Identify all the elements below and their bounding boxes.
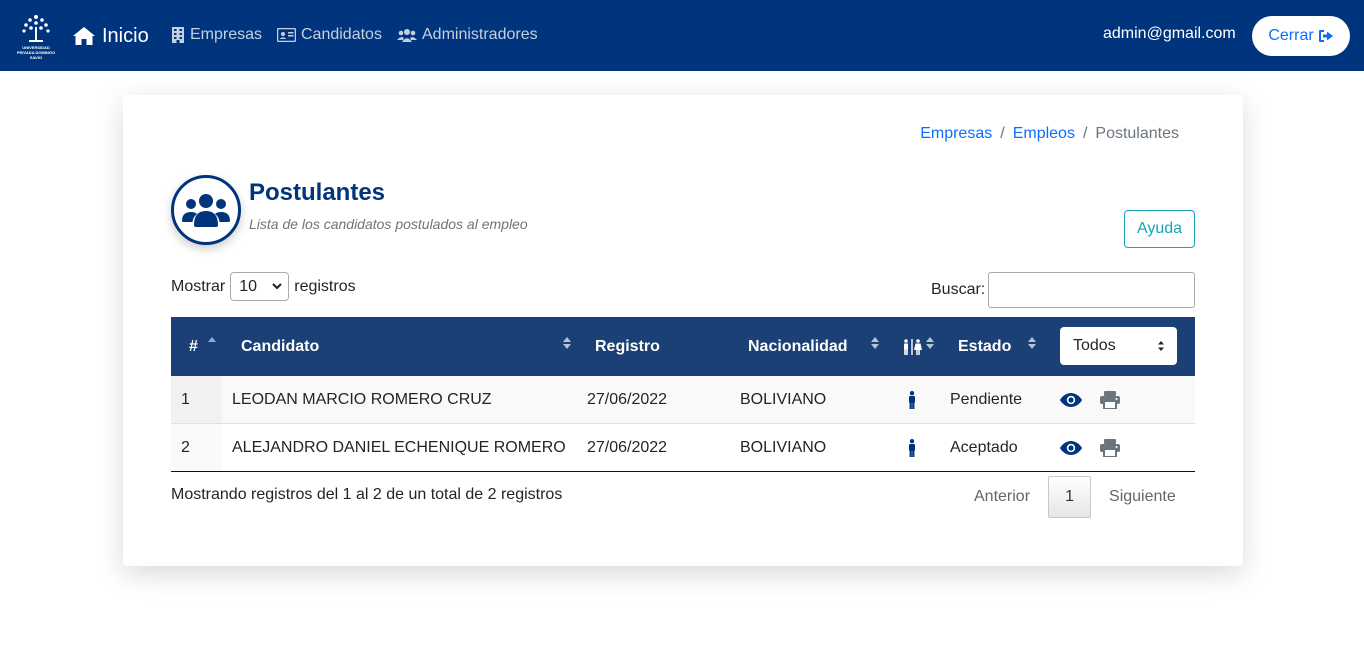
nav-administradores-link[interactable]: Administradores — [397, 24, 538, 46]
registration-date: 27/06/2022 — [587, 390, 668, 408]
registration-date: 27/06/2022 — [587, 438, 668, 456]
nav-home-label: Inicio — [102, 24, 149, 47]
user-email: admin@gmail.com — [1103, 25, 1236, 42]
male-icon — [908, 376, 916, 423]
column-header-nacionalidad[interactable]: Nacionalidad — [748, 317, 848, 376]
male-icon — [908, 424, 916, 471]
pagination-previous[interactable]: Anterior — [974, 488, 1030, 506]
table-region: # Candidato Registro Nacionalidad Estado… — [123, 95, 1243, 566]
print-icon[interactable] — [1100, 424, 1120, 471]
logout-button[interactable]: Cerrar — [1252, 16, 1350, 56]
eye-icon[interactable] — [1060, 424, 1082, 471]
estado-filter-select[interactable]: Todos — [1060, 327, 1177, 365]
home-icon — [72, 26, 96, 46]
table-header: # Candidato Registro Nacionalidad Estado… — [171, 317, 1195, 376]
row-index-cell — [171, 424, 222, 471]
nav-empresas-link[interactable]: Empresas — [171, 24, 262, 46]
candidate-name: ALEJANDRO DANIEL ECHENIQUE ROMERO — [232, 438, 566, 456]
logo-caption: UNIVERSIDAD PRIVADA DOMINGO SAVIO — [16, 45, 56, 60]
table-row[interactable]: 1 LEODAN MARCIO ROMERO CRUZ 27/06/2022 B… — [171, 376, 1195, 424]
sort-icon — [871, 337, 879, 349]
restroom-icon — [904, 338, 922, 355]
sort-asc-icon — [208, 337, 216, 349]
table-info: Mostrando registros del 1 al 2 de un tot… — [171, 486, 563, 503]
tree-logo-icon — [22, 15, 50, 42]
nav-home-link[interactable]: Inicio — [72, 22, 149, 50]
pagination-next[interactable]: Siguiente — [1109, 488, 1176, 506]
row-number: 2 — [181, 438, 190, 456]
status-text: Pendiente — [950, 390, 1023, 408]
table-row[interactable]: 2 ALEJANDRO DANIEL ECHENIQUE ROMERO 27/0… — [171, 424, 1195, 472]
pagination: Anterior 1 Siguiente — [974, 476, 1176, 518]
nationality: BOLIVIANO — [740, 438, 827, 456]
select-caret-icon — [1158, 341, 1164, 351]
logout-label: Cerrar — [1268, 27, 1314, 44]
nav-candidatos-label: Candidatos — [301, 26, 382, 43]
sort-icon — [563, 337, 571, 349]
nav-administradores-label: Administradores — [422, 26, 538, 43]
university-logo[interactable]: UNIVERSIDAD PRIVADA DOMINGO SAVIO — [14, 14, 58, 60]
sort-icon — [1028, 337, 1036, 349]
users-cog-icon — [397, 27, 417, 43]
id-card-icon — [277, 28, 296, 42]
sign-out-icon — [1318, 29, 1334, 43]
column-header-registro[interactable]: Registro — [595, 317, 660, 376]
row-number: 1 — [181, 390, 190, 408]
estado-filter-value: Todos — [1073, 337, 1116, 354]
sort-icon — [926, 337, 934, 349]
candidate-name: LEODAN MARCIO ROMERO CRUZ — [232, 390, 492, 408]
row-index-cell — [171, 376, 222, 423]
top-navbar: UNIVERSIDAD PRIVADA DOMINGO SAVIO Inicio… — [0, 0, 1364, 71]
column-header-candidato[interactable]: Candidato — [241, 317, 319, 376]
nav-candidatos-link[interactable]: Candidatos — [277, 24, 382, 46]
column-header-number[interactable]: # — [189, 317, 198, 376]
nav-empresas-label: Empresas — [190, 26, 263, 43]
eye-icon[interactable] — [1060, 376, 1082, 423]
print-icon[interactable] — [1100, 376, 1120, 423]
column-header-genero[interactable] — [902, 317, 922, 376]
building-icon — [171, 27, 185, 43]
pagination-page-current[interactable]: 1 — [1048, 476, 1092, 518]
column-header-estado[interactable]: Estado — [958, 317, 1011, 376]
status-text: Aceptado — [950, 438, 1018, 456]
nationality: BOLIVIANO — [740, 390, 827, 408]
